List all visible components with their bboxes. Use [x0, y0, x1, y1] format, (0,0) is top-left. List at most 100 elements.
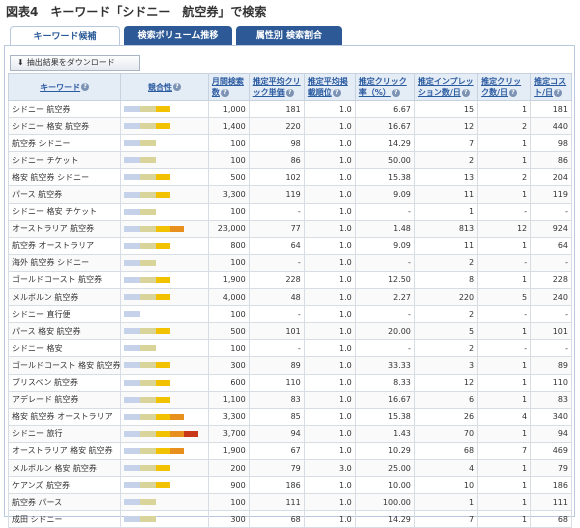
competition-cell — [120, 219, 209, 238]
help-icon[interactable]: ? — [509, 88, 518, 97]
cell-keyword[interactable]: 海外 航空券 シドニー — [7, 253, 122, 272]
help-icon[interactable]: ? — [332, 88, 341, 97]
table-row[interactable]: シドニー 格安 100-1.0-2- - — [7, 339, 572, 358]
cell-cost: - — [530, 202, 572, 221]
table-row[interactable]: 航空券 オーストラリア 800 64 1.0 9.09 11 1 64 — [7, 236, 572, 255]
competition-segment — [124, 140, 141, 147]
help-icon[interactable]: ? — [461, 88, 470, 97]
table-row[interactable]: ゴールドコースト 格安 航空券 300 89 1.0 33.33 3 1 89 — [7, 356, 572, 375]
competition-bar — [124, 345, 202, 352]
table-row[interactable]: シドニー 航空券 1,000 181 1.0 6.67 15 1 181 — [7, 99, 572, 119]
col-header-est-cpc[interactable]: 推定平均クリック単価? — [248, 73, 305, 101]
competition-segment — [124, 328, 141, 335]
table-row[interactable]: ゴールドコースト 航空券 1,900 228 1.0 12.50 8 1 228 — [7, 270, 572, 290]
cell-ctr: - — [354, 253, 415, 272]
cell-keyword[interactable]: ゴールドコースト 航空券 — [7, 270, 122, 290]
competition-segment — [140, 123, 157, 130]
cell-cpc: 186 — [248, 476, 305, 495]
cell-impressions: 7 — [413, 510, 479, 528]
col-header-est-clicks[interactable]: 推定クリック数/日? — [477, 73, 532, 101]
col-header-est-position[interactable]: 推定平均掲載順位? — [303, 73, 356, 101]
cell-keyword[interactable]: 航空券 オーストラリア — [7, 236, 122, 255]
cell-keyword[interactable]: シドニー チケット — [7, 151, 122, 170]
cell-impressions: 15 — [413, 99, 479, 119]
table-row[interactable]: パース 航空券 3,300 119 1.0 9.09 11 1 119 — [7, 185, 572, 204]
cell-keyword[interactable]: シドニー 直行便 — [7, 305, 122, 324]
table-row[interactable]: オーストラリア 航空券 23,000 77 1.0 1.48 813 12 924 — [7, 219, 572, 238]
cell-keyword[interactable]: シドニー 格安 航空券 — [7, 117, 122, 136]
cell-keyword[interactable]: 格安 航空券 シドニー — [7, 168, 122, 187]
col-header-est-impressions[interactable]: 推定インプレッション数/日? — [413, 73, 479, 101]
cell-keyword[interactable]: パース 航空券 — [7, 185, 122, 204]
cell-keyword[interactable]: ブリスベン 航空券 — [7, 373, 122, 392]
cell-keyword[interactable]: メルボルン 格安 航空券 — [7, 458, 122, 478]
table-row[interactable]: 格安 航空券 シドニー 500 102 1.0 15.38 13 2 204 — [7, 168, 572, 187]
competition-segment — [140, 276, 157, 283]
tab-search-volume-trend[interactable]: 検索ボリューム推移 — [124, 26, 232, 46]
competition-bar — [124, 174, 202, 181]
table-row[interactable]: シドニー 格安 航空券 1,400 220 1.0 16.67 12 2 440 — [7, 117, 572, 136]
cell-keyword[interactable]: シドニー 格安 — [7, 339, 122, 358]
competition-segment — [140, 294, 157, 301]
competition-bar — [124, 123, 202, 130]
col-header-est-cost[interactable]: 推定コスト/日? — [530, 73, 572, 101]
competition-segment — [124, 482, 141, 489]
table-row[interactable]: シドニー 旅行 3,700 94 1.0 1.43 70 1 94 — [7, 424, 572, 443]
cell-ctr: 16.67 — [354, 390, 415, 409]
competition-segment — [140, 208, 157, 215]
help-icon[interactable]: ? — [391, 88, 400, 97]
table-row[interactable]: パース 格安 航空券 500 101 1.0 20.00 5 1 101 — [7, 322, 572, 341]
cell-keyword[interactable]: ゴールドコースト 格安 航空券 — [7, 356, 122, 375]
help-icon[interactable]: ? — [220, 88, 229, 97]
competition-segment — [156, 482, 171, 489]
cell-keyword[interactable]: オーストラリア 航空券 — [7, 219, 122, 238]
col-header-keyword[interactable]: キーワード? — [7, 73, 122, 101]
tab-attribute-search-ratio[interactable]: 属性別 検索割合 — [236, 26, 342, 46]
cell-clicks: 1 — [477, 134, 532, 153]
cell-keyword[interactable]: 航空券 シドニー — [7, 134, 122, 153]
cell-keyword[interactable]: ケアンズ 航空券 — [7, 476, 122, 495]
help-icon[interactable]: ? — [81, 83, 90, 91]
cell-keyword[interactable]: シドニー 旅行 — [7, 424, 122, 443]
help-icon[interactable]: ? — [554, 88, 563, 97]
table-row[interactable]: メルボルン 航空券 4,000 48 1.0 2.27 220 5 240 — [7, 288, 572, 307]
cell-clicks: 1 — [477, 236, 532, 255]
competition-bar — [124, 106, 202, 113]
cell-cpc: 68 — [248, 510, 305, 528]
table-row[interactable]: シドニー チケット 100 86 1.0 50.00 2 1 86 — [7, 151, 572, 170]
cell-keyword[interactable]: 成田 シドニー — [7, 510, 122, 528]
cell-position: 1.0 — [303, 339, 356, 358]
table-row[interactable]: アデレード 航空券 1,100 83 1.0 16.67 6 1 83 — [7, 390, 572, 409]
col-header-est-ctr[interactable]: 推定クリック率（%）? — [354, 73, 415, 101]
cell-cpc: - — [248, 202, 305, 221]
table-row[interactable]: シドニー 直行便 100-1.0-2- - — [7, 305, 572, 324]
table-row[interactable]: シドニー 格安 チケット 100-1.0-1- - — [7, 202, 572, 221]
cell-keyword[interactable]: 航空券 パース — [7, 493, 122, 512]
download-results-button[interactable]: ⬇ 抽出結果をダウンロード — [10, 55, 140, 71]
table-row[interactable]: ケアンズ 航空券 900 186 1.0 10.00 10 1 186 — [7, 476, 572, 495]
cell-keyword[interactable]: アデレード 航空券 — [7, 390, 122, 409]
table-row[interactable]: 海外 航空券 シドニー 100-1.0-2- - — [7, 253, 572, 272]
competition-segment — [124, 294, 141, 301]
table-row[interactable]: 成田 シドニー 300 68 1.0 14.29 7 1 68 — [7, 510, 572, 528]
table-row[interactable]: オーストラリア 格安 航空券 1,900 67 1.0 10.29 68 7 469 — [7, 441, 572, 460]
help-icon[interactable]: ? — [173, 83, 182, 91]
col-header-monthly-searches[interactable]: 月間検索数? — [207, 73, 250, 101]
competition-segment — [124, 311, 141, 318]
table-row[interactable]: ブリスベン 航空券 600 110 1.0 8.33 12 1 110 — [7, 373, 572, 392]
cell-keyword[interactable]: メルボルン 航空券 — [7, 288, 122, 307]
table-row[interactable]: 航空券 シドニー 100 98 1.0 14.29 7 1 98 — [7, 134, 572, 153]
cell-keyword[interactable]: オーストラリア 格安 航空券 — [7, 441, 122, 460]
table-row[interactable]: 格安 航空券 オーストラリア 3,300 85 1.0 15.38 26 4 340 — [7, 407, 572, 426]
cell-keyword[interactable]: パース 格安 航空券 — [7, 322, 122, 341]
col-header-competition[interactable]: 競合性? — [120, 73, 209, 101]
cell-keyword[interactable]: シドニー 格安 チケット — [7, 202, 122, 221]
table-row[interactable]: 航空券 パース 100 111 1.0 100.00 1 1 111 — [7, 493, 572, 512]
competition-bar — [124, 242, 202, 249]
table-row[interactable]: メルボルン 格安 航空券 200 79 3.0 25.00 4 1 79 — [7, 458, 572, 478]
cell-keyword[interactable]: シドニー 航空券 — [7, 99, 122, 119]
tab-keyword-candidates[interactable]: キーワード候補 — [10, 26, 120, 46]
cell-keyword[interactable]: 格安 航空券 オーストラリア — [7, 407, 122, 426]
competition-bar — [124, 225, 202, 232]
help-icon[interactable]: ? — [285, 88, 294, 97]
